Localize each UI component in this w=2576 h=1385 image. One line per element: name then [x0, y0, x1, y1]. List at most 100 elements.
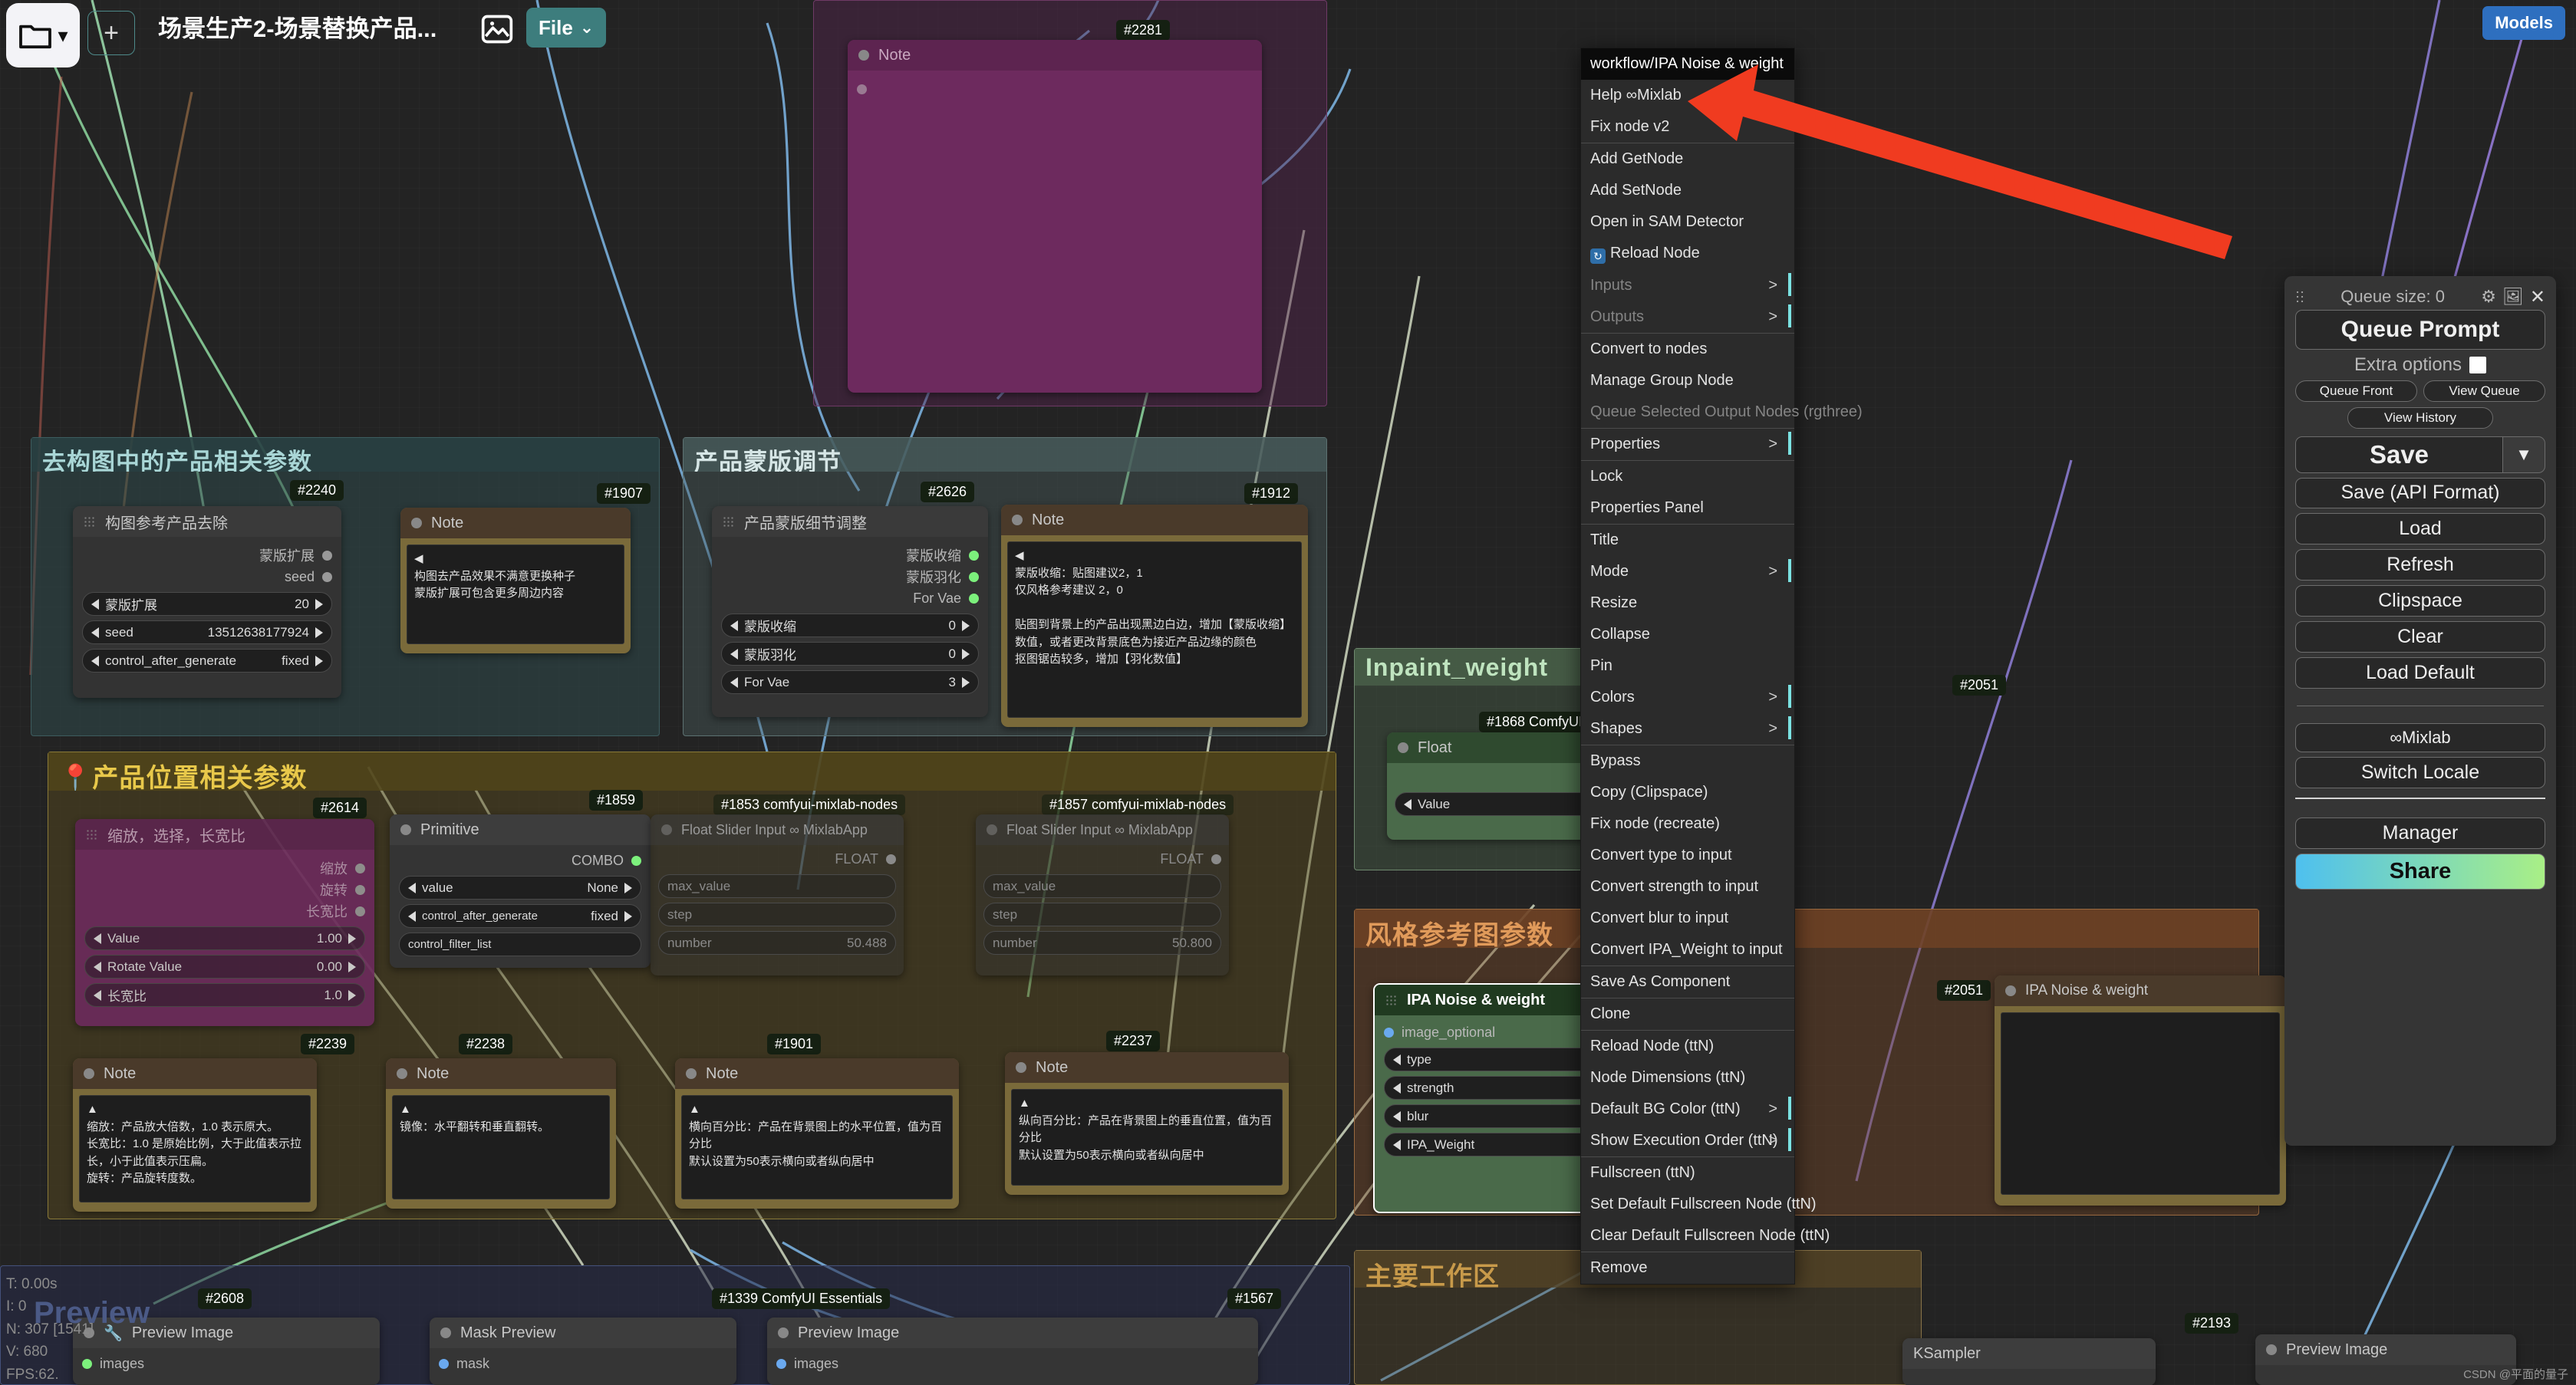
node-preview-image-c[interactable]: Preview Image images	[767, 1318, 1258, 1385]
increment-arrow-icon[interactable]	[624, 882, 632, 893]
widget-max-value[interactable]: max_value	[658, 874, 896, 898]
context-menu-item[interactable]: Properties Panel	[1581, 492, 1794, 524]
decrement-arrow-icon[interactable]	[1393, 1110, 1401, 1122]
widget-seed[interactable]: seed 13512638177924	[82, 620, 332, 644]
increment-arrow-icon[interactable]	[962, 648, 970, 660]
node-output-port[interactable]: 旋转	[84, 879, 365, 900]
decrement-arrow-icon[interactable]	[1393, 1054, 1401, 1065]
context-menu-item[interactable]: Properties >	[1581, 428, 1794, 460]
node-input-port[interactable]	[857, 78, 1253, 100]
decrement-arrow-icon[interactable]	[94, 933, 101, 944]
decrement-arrow-icon[interactable]	[730, 676, 738, 688]
widget-value[interactable]: value None	[399, 876, 641, 900]
node-scale-rotate-aspect[interactable]: 缩放，选择，长宽比 缩放 旋转 长宽比 Value 1.00 Rotate Va…	[75, 819, 374, 1026]
models-button[interactable]: Models	[2482, 6, 2565, 40]
node-header[interactable]: KSampler	[1902, 1338, 2156, 1369]
context-menu-item[interactable]: Clone	[1581, 998, 1794, 1030]
context-menu-item[interactable]: Default BG Color (ttN) >	[1581, 1094, 1794, 1125]
node-output-port[interactable]: FLOAT	[658, 848, 896, 870]
workflow-title[interactable]: 场景生产2-场景替换产品...	[158, 9, 436, 44]
decrement-arrow-icon[interactable]	[730, 620, 738, 631]
decrement-arrow-icon[interactable]	[1393, 1082, 1401, 1094]
increment-arrow-icon[interactable]	[315, 655, 323, 666]
node-header[interactable]: 缩放，选择，长宽比	[75, 819, 374, 850]
drag-handle-icon[interactable]	[2295, 290, 2304, 304]
context-menu-item[interactable]: Fix node (recreate)	[1581, 808, 1794, 840]
close-icon[interactable]: ✕	[2530, 286, 2545, 308]
context-menu-item[interactable]: Remove	[1581, 1252, 1794, 1284]
node-output-port[interactable]: seed	[82, 566, 332, 587]
decrement-arrow-icon[interactable]	[91, 627, 99, 638]
node-preview-image-top[interactable]: Note	[848, 40, 1262, 393]
context-menu-item[interactable]: Convert to nodes	[1581, 333, 1794, 365]
note-text[interactable]: ▲ 纵向百分比：产品在背景图上的垂直位置，值为百分比 默认设置为50表示横向或者…	[1011, 1089, 1283, 1186]
decrement-arrow-icon[interactable]	[91, 655, 99, 666]
save-split-button[interactable]: Save ▼	[2295, 436, 2545, 473]
context-menu-item[interactable]: Node Dimensions (ttN)	[1581, 1062, 1794, 1094]
image-icon[interactable]: 🖼	[2502, 287, 2524, 307]
note-text[interactable]: ◀ 蒙版收缩：贴图建议2，1 仅风格参考建议 2，0 贴图到背景上的产品出现黑边…	[1007, 541, 1302, 718]
node-composition-product-removal[interactable]: 构图参考产品去除 蒙版扩展 seed 蒙版扩展 20 seed 13512638…	[73, 506, 341, 698]
widget-max-value[interactable]: max_value	[983, 874, 1221, 898]
increment-arrow-icon[interactable]	[348, 933, 356, 944]
node-output-port[interactable]: 长宽比	[84, 900, 365, 922]
node-note[interactable]: Note ▲ 横向百分比：产品在背景图上的水平位置，值为百分比 默认设置为50表…	[675, 1058, 959, 1209]
decrement-arrow-icon[interactable]	[1393, 1139, 1401, 1150]
note-text[interactable]: ▲ 镜像：水平翻转和垂直翻转。	[392, 1095, 610, 1199]
node-header[interactable]: Note	[1005, 1052, 1289, 1083]
comfy-menu-panel[interactable]: Queue size: 0 ⚙ 🖼 ✕ Queue Prompt Extra o…	[2284, 276, 2556, 1146]
node-header[interactable]: Note	[73, 1058, 317, 1089]
node-output-port[interactable]: 蒙版扩展	[82, 544, 332, 566]
node-header[interactable]: Preview Image	[767, 1318, 1258, 1348]
note-text[interactable]	[2001, 1012, 2280, 1195]
increment-arrow-icon[interactable]	[315, 598, 323, 610]
context-menu-item[interactable]: Title	[1581, 524, 1794, 556]
context-menu-item[interactable]: Convert IPA_Weight to input	[1581, 934, 1794, 966]
increment-arrow-icon[interactable]	[624, 910, 632, 922]
queue-prompt-button[interactable]: Queue Prompt	[2295, 310, 2545, 350]
save-button[interactable]: Save	[2295, 436, 2502, 473]
node-header[interactable]: Note	[1001, 505, 1308, 535]
decrement-arrow-icon[interactable]	[94, 961, 101, 972]
widget-control-filter-list[interactable]: control_filter_list	[399, 933, 641, 956]
queue-front-button[interactable]: Queue Front	[2295, 380, 2417, 402]
gear-icon[interactable]: ⚙	[2481, 287, 2496, 307]
widget-value[interactable]: Value 1.00	[84, 926, 365, 950]
node-set-last-layer[interactable]: KSampler	[1902, 1338, 2156, 1385]
note-text[interactable]: ▲ 横向百分比：产品在背景图上的水平位置，值为百分比 默认设置为50表示横向或者…	[681, 1095, 953, 1199]
node-input-port[interactable]: images	[82, 1353, 371, 1374]
context-menu-item[interactable]: Reload Node (ttN)	[1581, 1030, 1794, 1062]
context-menu-item[interactable]: Lock	[1581, 460, 1794, 492]
node-primitive[interactable]: Primitive COMBO value None control_after…	[390, 814, 651, 968]
widget-number[interactable]: number 50.488	[658, 931, 896, 955]
decrement-arrow-icon[interactable]	[730, 648, 738, 660]
widget-mask-shrink[interactable]: 蒙版收缩 0	[721, 614, 979, 637]
node-output-port[interactable]: 蒙版收缩	[721, 544, 979, 566]
workflow-folder-button[interactable]: ▾	[6, 3, 80, 67]
context-menu-item[interactable]: Bypass	[1581, 745, 1794, 777]
node-header[interactable]: Primitive	[390, 814, 651, 845]
save-dropdown-caret-icon[interactable]: ▼	[2502, 436, 2545, 473]
context-menu-item[interactable]: Save As Component	[1581, 966, 1794, 998]
manager-button[interactable]: Manager	[2295, 817, 2545, 849]
widget-mask-expand[interactable]: 蒙版扩展 20	[82, 592, 332, 616]
node-note[interactable]: Note ◀ 构图去产品效果不满意更换种子 蒙版扩展可包含更多周边内容	[400, 508, 631, 653]
note-text[interactable]: ▲ 缩放：产品放大倍数，1.0 表示原大。 长宽比：1.0 是原始比例，大于此值…	[79, 1095, 311, 1202]
node-header[interactable]: Float Slider Input ∞ MixlabApp	[976, 814, 1229, 845]
node-output-port[interactable]: FLOAT	[983, 848, 1221, 870]
widget-for-vae[interactable]: For Vae 3	[721, 670, 979, 694]
note-text[interactable]: ◀ 构图去产品效果不满意更换种子 蒙版扩展可包含更多周边内容	[407, 544, 624, 644]
node-header[interactable]: IPA Noise & weight	[1995, 975, 2286, 1006]
node-output-port[interactable]: 蒙版羽化	[721, 566, 979, 587]
decrement-arrow-icon[interactable]	[1404, 798, 1412, 810]
file-menu-button[interactable]: File ⌄	[526, 8, 607, 48]
context-menu-item[interactable]: Convert blur to input	[1581, 903, 1794, 934]
node-output-port[interactable]: COMBO	[399, 850, 641, 871]
decrement-arrow-icon[interactable]	[408, 910, 416, 922]
context-menu-item[interactable]: Clear Default Fullscreen Node (ttN)	[1581, 1220, 1830, 1252]
decrement-arrow-icon[interactable]	[91, 598, 99, 610]
context-menu-item[interactable]: Manage Group Node	[1581, 365, 1794, 396]
new-tab-button[interactable]: +	[87, 11, 135, 55]
widget-control-after-generate[interactable]: control_after_generate fixed	[399, 904, 641, 928]
widget-aspect-ratio[interactable]: 长宽比 1.0	[84, 983, 365, 1007]
